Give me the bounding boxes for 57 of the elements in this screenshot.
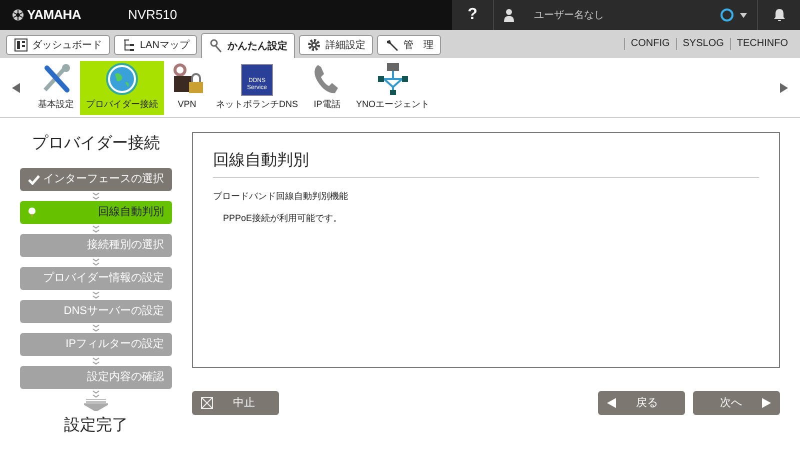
down-chevrons-icon [92,192,100,200]
toolbar-item[interactable]: YNOエージェント [350,60,436,114]
down-chevrons-icon [92,357,100,365]
model-name: NVR510 [128,6,178,24]
down-chevrons-icon [92,225,100,233]
caret-icon [740,12,747,18]
right-arrow-icon[interactable] [780,82,788,92]
left-arrow-icon[interactable] [12,82,20,92]
step-item: 回線自動判別 [20,201,172,224]
header-link[interactable]: SYSLOG [676,38,730,50]
user-name: ユーザー名なし [534,8,604,22]
bell-icon [774,9,784,21]
user-icon [504,8,514,22]
brand-logo: YAMAHA [27,6,81,24]
toolbar-item[interactable]: 基本設定 [32,60,80,114]
steps-end: 設定完了 [64,416,128,436]
close-icon [201,397,213,409]
left-triangle-icon [607,398,616,408]
result-text: PPPoE接続が利用可能です。 [222,212,344,224]
toolbar-item[interactable]: VPN [164,60,210,114]
gear-icon [307,38,322,52]
header-link[interactable]: TECHINFO [730,38,794,50]
step-item: IPフィルターの設定 [20,333,172,356]
down-arrow-icon [84,399,108,411]
status-dropdown[interactable] [720,8,747,22]
nav-tab[interactable]: LANマップ [114,35,198,55]
status-ring-icon [720,8,734,22]
toolbar-item[interactable]: プロバイダー接続 [80,60,164,114]
wrench-icon [385,38,400,52]
step-item: DNSサーバーの設定 [20,300,172,323]
back-button[interactable]: 戻る [598,391,685,415]
down-chevrons-icon [92,258,100,266]
panel-heading: ブロードバンド回線自動判別機能 [213,190,349,203]
nav-tab[interactable]: ダッシュボード [6,35,110,55]
cancel-button[interactable]: 中止 [192,391,279,415]
right-triangle-icon [762,398,771,408]
step-item: 接続種別の選択 [20,234,172,257]
panel-title: 回線自動判別 [213,149,759,178]
check-icon [28,174,40,184]
globe-icon [105,62,139,96]
dashboard-icon [14,38,28,52]
step-item: インターフェースの選択 [20,168,172,191]
nav-tab[interactable]: かんたん設定 [201,33,296,58]
down-chevrons-icon [92,291,100,299]
steps-title: プロバイダー接続 [32,134,160,154]
nav-tab[interactable]: 管 理 [377,35,442,55]
network-icon [376,62,410,96]
next-button[interactable]: 次へ [693,391,780,415]
down-chevrons-icon [92,324,100,332]
tree-icon [122,38,136,52]
header-link[interactable]: CONFIG [624,38,676,50]
nav-tab[interactable]: 詳細設定 [299,35,374,55]
down-chevrons-icon [92,390,100,398]
step-item: プロバイダー情報の設定 [20,267,172,290]
step-item: 設定内容の確認 [20,366,172,389]
pin-icon [28,207,36,218]
toolbar-item[interactable]: IP電話 [304,60,350,114]
